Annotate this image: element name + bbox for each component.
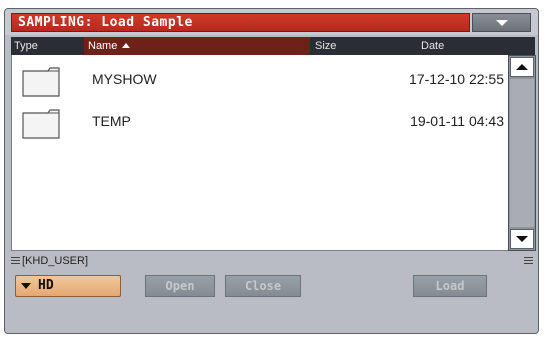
file-date: 19-01-11 04:43 <box>410 113 504 129</box>
list-item[interactable]: TEMP 19-01-11 04:43 <box>12 101 508 139</box>
column-header-type[interactable]: Type <box>14 37 80 55</box>
column-header-name[interactable]: Name <box>84 37 310 55</box>
current-path: [KHD_USER] <box>22 255 89 267</box>
file-list-header: Type Name Size Date <box>11 37 535 55</box>
title-bar: SAMPLING: Load Sample <box>5 9 538 35</box>
column-header-date[interactable]: Date <box>371 37 531 55</box>
file-name: TEMP <box>92 113 131 129</box>
grip-lines-icon <box>524 257 533 266</box>
load-sample-window: SAMPLING: Load Sample Type Name Size Dat… <box>4 8 539 334</box>
open-button[interactable]: Open <box>145 275 215 297</box>
current-path-row: [KHD_USER] <box>11 255 535 269</box>
device-select[interactable]: HD <box>15 275 121 297</box>
file-name: MYSHOW <box>92 71 157 87</box>
page-menu-button[interactable] <box>472 13 531 32</box>
window-title: SAMPLING: Load Sample <box>11 13 470 32</box>
device-select-value: HD <box>38 278 54 293</box>
load-button[interactable]: Load <box>413 275 487 297</box>
chevron-down-icon <box>19 279 33 293</box>
scroll-down-button[interactable] <box>510 229 534 249</box>
sort-ascending-icon <box>122 42 131 48</box>
arrow-up-icon <box>516 64 528 70</box>
arrow-down-icon <box>516 236 528 242</box>
close-button[interactable]: Close <box>225 275 301 297</box>
column-header-name-label: Name <box>88 40 118 52</box>
folder-icon <box>22 109 60 143</box>
file-date: 17-12-10 22:55 <box>409 71 504 87</box>
vertical-scrollbar[interactable] <box>508 55 536 251</box>
scrollbar-track[interactable] <box>510 79 534 227</box>
grip-lines-icon <box>11 257 20 266</box>
column-header-size[interactable]: Size <box>311 37 369 55</box>
chevron-down-icon <box>495 19 508 26</box>
file-list: MYSHOW 17-12-10 22:55 TEMP 19-01-11 04:4… <box>11 55 508 251</box>
scroll-up-button[interactable] <box>510 57 534 77</box>
list-item[interactable]: MYSHOW 17-12-10 22:55 <box>12 59 508 97</box>
folder-icon <box>22 67 60 101</box>
